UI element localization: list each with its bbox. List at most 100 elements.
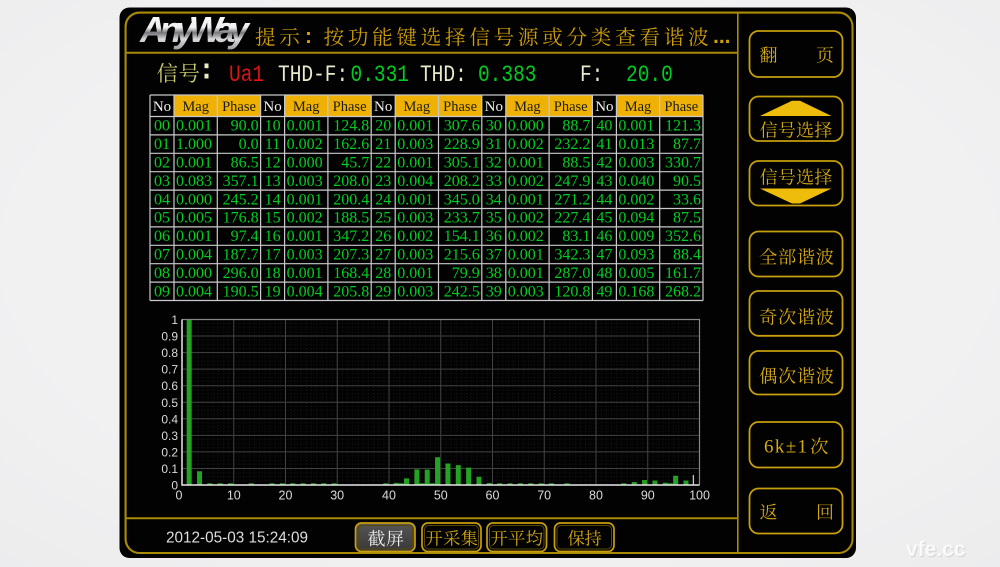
svg-text:No: No [263,99,281,115]
svg-text:29: 29 [375,283,391,300]
svg-text:38: 38 [486,265,502,282]
svg-text:0.9: 0.9 [161,330,178,344]
svg-text:0.002: 0.002 [397,228,433,245]
svg-text:0.383: 0.383 [478,62,536,88]
svg-text:No: No [374,99,392,115]
svg-text:88.4: 88.4 [673,247,701,264]
svg-text:205.8: 205.8 [333,283,369,300]
svg-text:20: 20 [279,489,293,503]
svg-text:10: 10 [227,489,241,503]
svg-text:30: 30 [486,118,502,135]
svg-text:0.001: 0.001 [287,265,323,282]
svg-text:15: 15 [265,210,281,227]
svg-text:02: 02 [154,155,170,172]
svg-text:06: 06 [154,228,170,245]
svg-text:35: 35 [486,210,502,227]
svg-text:0.001: 0.001 [397,265,433,282]
svg-text:...: ... [713,25,731,48]
svg-text:33.6: 33.6 [673,191,701,208]
svg-text:0.003: 0.003 [397,136,433,153]
svg-text:0.168: 0.168 [618,283,654,300]
svg-text:Mag: Mag [182,99,209,115]
svg-text:0.001: 0.001 [287,228,323,245]
svg-text:Phase: Phase [222,99,256,115]
svg-text:45: 45 [596,210,612,227]
svg-text:11: 11 [265,136,280,153]
svg-text:0.001: 0.001 [287,191,323,208]
svg-text:0.004: 0.004 [176,247,212,264]
svg-text:36: 36 [486,228,502,245]
svg-text:0.000: 0.000 [287,155,323,172]
svg-text:6k±1: 6k±1 [764,437,807,458]
svg-text:0.001: 0.001 [397,118,433,135]
svg-text:2012-05-03 15:24:09: 2012-05-03 15:24:09 [166,530,308,547]
svg-text:0.002: 0.002 [508,136,544,153]
svg-text:80: 80 [589,489,603,503]
svg-text:41: 41 [596,136,612,153]
svg-text:345.0: 345.0 [444,191,480,208]
svg-text:0.093: 0.093 [618,247,654,264]
svg-text:33: 33 [486,173,502,190]
svg-text:37: 37 [486,247,502,264]
svg-text:25: 25 [375,210,391,227]
svg-text:268.2: 268.2 [665,283,701,300]
svg-text:vfe.cc: vfe.cc [906,538,966,561]
svg-text:26: 26 [375,228,391,245]
svg-text:0.001: 0.001 [397,155,433,172]
svg-text:39: 39 [486,283,502,300]
svg-text:90: 90 [641,489,655,503]
svg-text:0.001: 0.001 [176,228,212,245]
svg-text:18: 18 [265,265,281,282]
svg-text:208.2: 208.2 [444,173,480,190]
svg-text:Mag: Mag [404,99,431,115]
svg-text:124.8: 124.8 [333,118,369,135]
svg-text:342.3: 342.3 [554,247,590,264]
svg-text:330.7: 330.7 [665,155,701,172]
svg-text:AnyWay: AnyWay [139,9,251,50]
svg-text:46: 46 [596,228,612,245]
svg-text:43: 43 [596,173,612,190]
svg-text:0.001: 0.001 [176,118,212,135]
svg-text:0.003: 0.003 [287,173,323,190]
svg-text:247.9: 247.9 [554,173,590,190]
svg-text:28: 28 [375,265,391,282]
svg-text:Phase: Phase [554,99,588,115]
svg-text:0.002: 0.002 [287,136,323,153]
svg-text:296.0: 296.0 [223,265,259,282]
svg-text:Mag: Mag [625,99,652,115]
svg-text:12: 12 [265,155,281,172]
svg-text:352.6: 352.6 [665,228,701,245]
svg-text:47: 47 [596,247,612,264]
svg-text:49: 49 [596,283,612,300]
svg-text:0.003: 0.003 [397,283,433,300]
svg-text:0: 0 [176,489,183,503]
svg-text:83.1: 83.1 [562,228,590,245]
svg-text:Ua1: Ua1 [229,62,264,88]
svg-text:24: 24 [375,191,391,208]
svg-text:0.003: 0.003 [397,210,433,227]
svg-text:0.2: 0.2 [161,445,178,459]
svg-text:14: 14 [265,191,281,208]
svg-text:10: 10 [265,118,281,135]
svg-text:161.7: 161.7 [665,265,701,282]
svg-text:THD:: THD: [420,62,467,88]
svg-text:232.2: 232.2 [554,136,590,153]
svg-text:245.2: 245.2 [223,191,259,208]
svg-text:Mag: Mag [514,99,541,115]
svg-text:0.5: 0.5 [161,396,178,410]
svg-text:22: 22 [375,155,391,172]
svg-text:No: No [485,99,503,115]
svg-text:242.5: 242.5 [444,283,480,300]
svg-text:188.5: 188.5 [333,210,369,227]
svg-text:20.0: 20.0 [626,62,673,88]
svg-text:70: 70 [537,489,551,503]
svg-text:0.004: 0.004 [287,283,323,300]
svg-text:0.005: 0.005 [618,265,654,282]
svg-text:187.7: 187.7 [223,247,259,264]
svg-text:176.8: 176.8 [223,210,259,227]
svg-text:190.5: 190.5 [223,283,259,300]
svg-text:0.002: 0.002 [508,228,544,245]
svg-text:THD-F:: THD-F: [278,62,348,88]
svg-text:0.6: 0.6 [161,379,178,393]
svg-text:27: 27 [375,247,391,264]
